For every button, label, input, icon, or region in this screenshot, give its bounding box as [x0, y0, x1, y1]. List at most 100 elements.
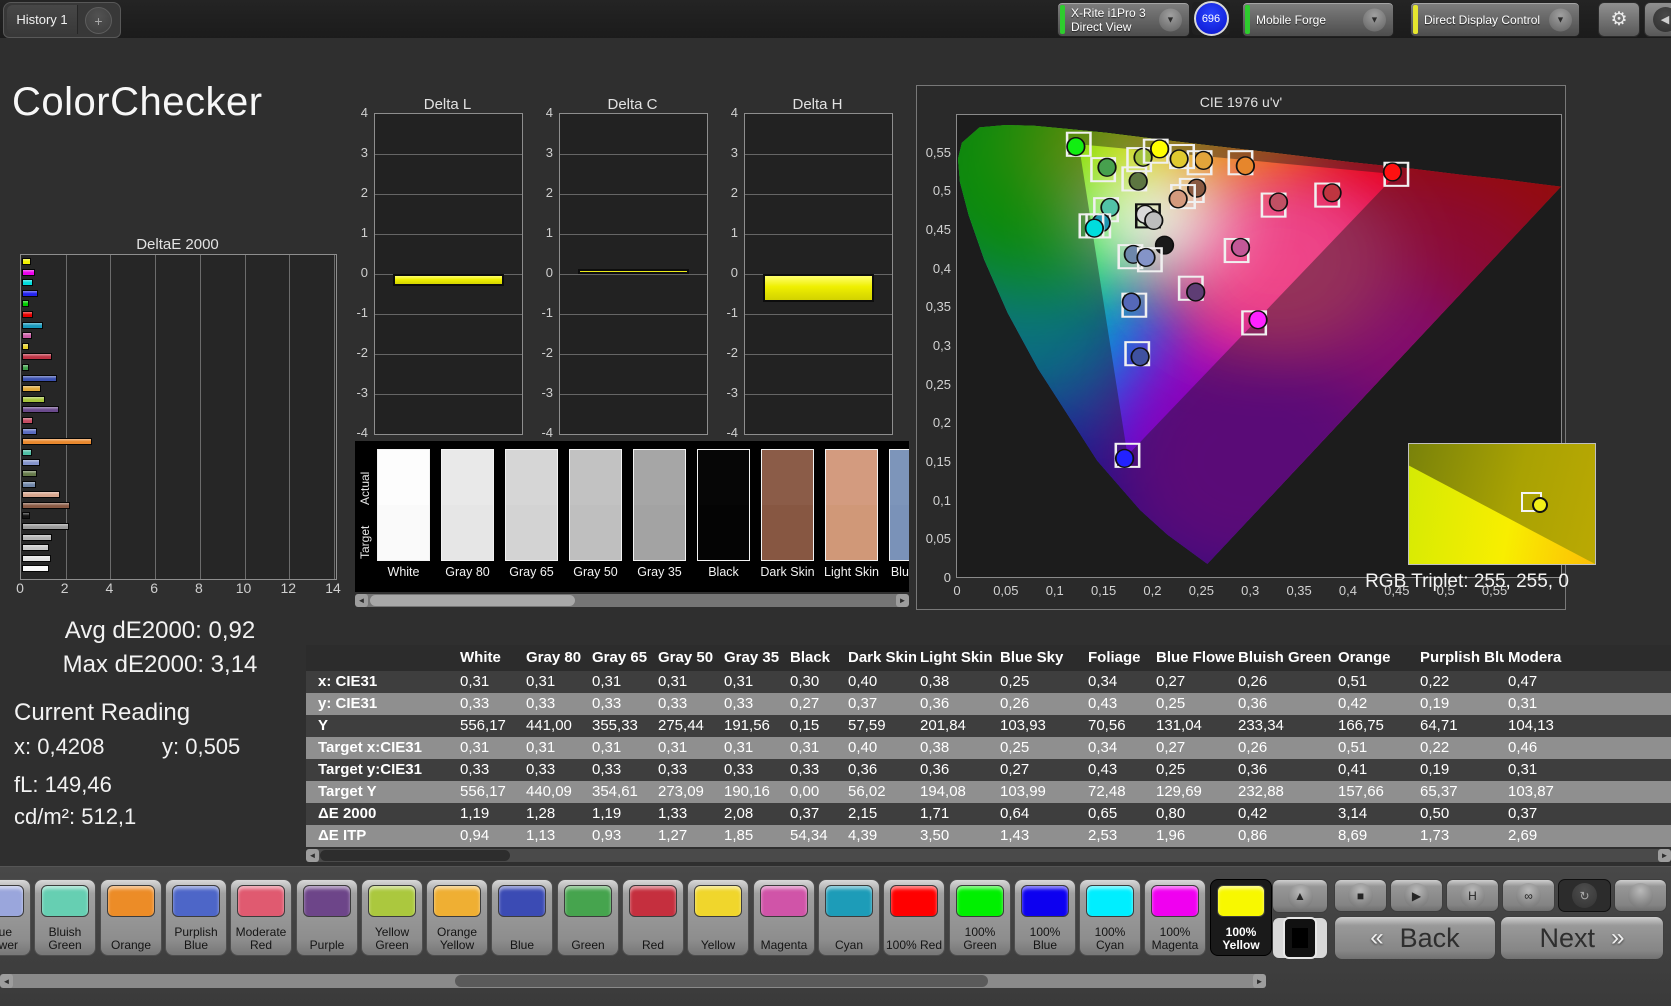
refresh-button[interactable]: ↻ [1558, 879, 1611, 912]
gridline [560, 194, 707, 195]
pattern-window-button[interactable] [1272, 917, 1328, 959]
pattern-button-orange[interactable]: Orange [100, 879, 162, 956]
table-cell: 57,59 [848, 717, 886, 734]
pattern-button-orange-yellow[interactable]: Orange Yellow [426, 879, 488, 956]
table-cell: 0,26 [1238, 673, 1268, 690]
gridline [745, 394, 892, 395]
pattern-button-yellow-green[interactable]: Yellow Green [361, 879, 423, 956]
pattern-button-blue-flower[interactable]: BlueFlower [0, 879, 31, 956]
measured-dot-yellow-100 [1149, 139, 1170, 159]
gridline [375, 234, 522, 235]
table-cell: 0,30 [790, 673, 820, 690]
pattern-button-100--green[interactable]: 100% Green [949, 879, 1011, 956]
table-cell: 0,37 [790, 805, 820, 822]
chevron-left-icon: ◀ [1652, 7, 1671, 32]
pattern-button-green[interactable]: Green [557, 879, 619, 956]
measured-dot-dark-skin [1187, 178, 1207, 198]
collapse-panel-button[interactable]: ◀ [1644, 2, 1671, 37]
table-cell: 0,26 [1000, 695, 1030, 712]
pattern-button-100--magenta[interactable]: 100% Magenta [1144, 879, 1206, 956]
pattern-button-red[interactable]: Red [622, 879, 684, 956]
swatch-strip-scrollbar[interactable]: ◄ ► [355, 594, 909, 607]
pattern-up-button[interactable]: ▲ [1272, 879, 1328, 913]
play-button[interactable]: ▶ [1390, 879, 1443, 912]
axis-tick-label: -1 [726, 305, 738, 320]
pattern-button-yellow[interactable]: Yellow [687, 879, 749, 956]
meter-count-badge[interactable]: 696 [1193, 1, 1229, 36]
deltae-bar-100-magenta [22, 268, 36, 276]
label-line: Yellow [700, 938, 736, 952]
scroll-left-icon[interactable]: ◄ [355, 594, 368, 607]
pattern-button-blue[interactable]: Blue [491, 879, 553, 956]
gridline [375, 154, 522, 155]
blank-button[interactable] [1614, 879, 1667, 912]
swatch-gray-50 [569, 449, 622, 561]
scroll-thumb[interactable] [320, 850, 510, 861]
gridline [375, 194, 522, 195]
pattern-button-100--cyan[interactable]: 100% Cyan [1079, 879, 1141, 956]
scroll-thumb[interactable] [455, 975, 988, 987]
deltae-bar-dark-skin [22, 501, 71, 509]
stop-button[interactable]: ■ [1334, 879, 1387, 912]
swatch-gray-35 [633, 449, 686, 561]
swatch-actual [442, 450, 493, 505]
pattern-button-purplish-blue[interactable]: Purplish Blue [165, 879, 227, 956]
scroll-right-icon[interactable]: ► [1253, 974, 1266, 988]
tab-history-1[interactable]: History 1 [7, 5, 78, 34]
deltae-bar-orange-yellow [22, 385, 41, 393]
table-scrollbar[interactable]: ◄ ► [306, 849, 1671, 862]
table-cell: 0,33 [724, 695, 754, 712]
loop-button[interactable]: ∞ [1502, 879, 1555, 912]
add-tab-button[interactable]: + [85, 7, 112, 34]
axis-tick-label: 4 [730, 105, 738, 120]
chevron-down-icon[interactable]: ▼ [1549, 8, 1572, 31]
pattern-button-label: Yellow [688, 939, 748, 952]
table-cell: 0,31 [1508, 695, 1538, 712]
pattern-scrollbar[interactable]: ◄ ► [0, 974, 1266, 988]
pattern-button-100--yellow[interactable]: 100% Yellow [1210, 879, 1272, 956]
pattern-button-magenta[interactable]: Magenta [753, 879, 815, 956]
scroll-left-icon[interactable]: ◄ [0, 974, 13, 988]
source-dropdown[interactable]: Mobile Forge ▼ [1242, 2, 1394, 37]
table-cell: 0,22 [1420, 673, 1450, 690]
table-cell: 0,36 [1238, 695, 1268, 712]
meter-count-tile: 696 [1192, 1, 1230, 36]
scroll-right-icon[interactable]: ► [896, 594, 909, 607]
column-header: Gray 50 [658, 649, 714, 666]
meter-dropdown[interactable]: X-Rite i1Pro 3 Direct View ▼ [1057, 2, 1190, 37]
pattern-button-100-red[interactable]: 100% Red [883, 879, 945, 956]
table-cell: 0,34 [1088, 673, 1118, 690]
back-button[interactable]: « Back [1334, 916, 1496, 960]
deltae-bar-orange [22, 438, 93, 446]
table-cell: 166,75 [1338, 717, 1384, 734]
swatch-actual [762, 450, 813, 505]
deltae2000-bar-chart [20, 254, 337, 580]
axis-tick-label: -1 [541, 305, 553, 320]
current-reading-cdm2: cd/m²: 512,1 [14, 804, 137, 829]
chevron-down-icon[interactable]: ▼ [1363, 8, 1386, 31]
next-button[interactable]: Next » [1500, 916, 1664, 960]
chevron-double-right-icon: » [1611, 924, 1625, 951]
pattern-button-purple[interactable]: Purple [296, 879, 358, 956]
pattern-window-button[interactable]: H [1446, 879, 1499, 912]
deltae-bar-green [22, 364, 29, 371]
gridline [560, 394, 707, 395]
table-cell: 556,17 [460, 717, 506, 734]
table-cell: 0,50 [1420, 805, 1450, 822]
pattern-button-label: Orange [101, 939, 161, 952]
cie-x-tick: 0,1 [1045, 583, 1064, 598]
table-cell: 0,38 [920, 739, 950, 756]
scroll-left-icon[interactable]: ◄ [306, 849, 319, 862]
chevron-down-icon[interactable]: ▼ [1159, 8, 1182, 31]
pattern-button-cyan[interactable]: Cyan [818, 879, 880, 956]
pattern-button-moderate-red[interactable]: Moderate Red [230, 879, 292, 956]
display-control-dropdown[interactable]: Direct Display Control ▼ [1410, 2, 1580, 37]
axis-tick-label: 0 [360, 265, 368, 280]
scroll-thumb[interactable] [370, 595, 575, 606]
pattern-button-bluish-green[interactable]: Bluish Green [34, 879, 96, 956]
scroll-right-icon[interactable]: ► [1658, 849, 1671, 862]
pattern-button-100--blue[interactable]: 100% Blue [1014, 879, 1076, 956]
gear-icon[interactable]: ⚙ [1598, 2, 1640, 37]
pattern-button-label: BlueFlower [0, 926, 30, 952]
table-cell: 0,33 [658, 695, 688, 712]
